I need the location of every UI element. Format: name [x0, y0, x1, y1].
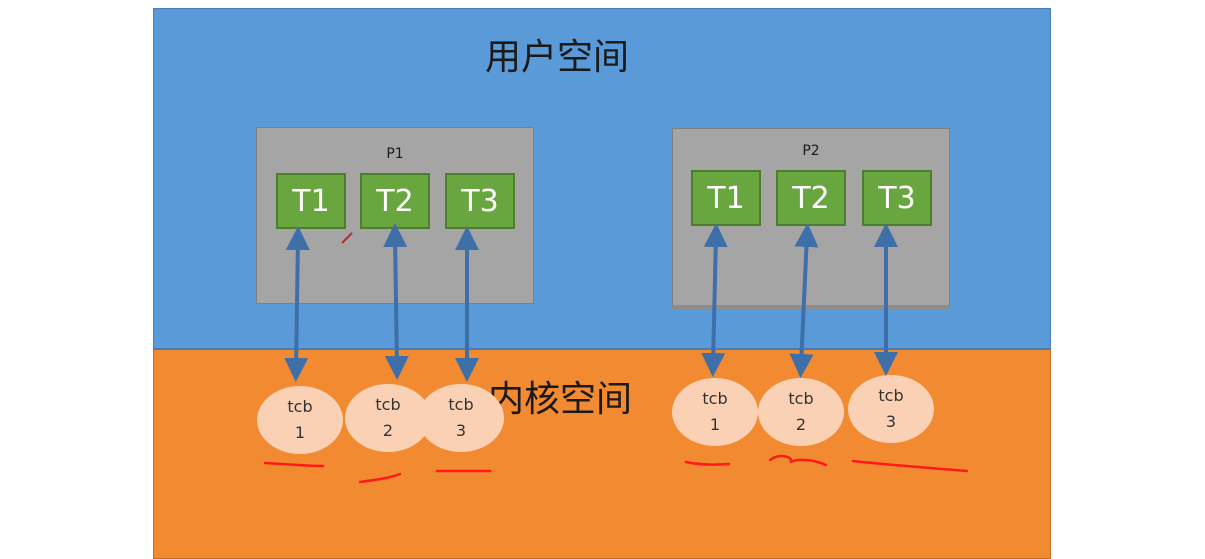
- red-underline-mark: [768, 454, 828, 467]
- p1-t2-tcb2-arrow: [383, 223, 409, 380]
- diagram: 用户空间 P1 T1 T2 T3 P2 T1 T2 T3 内核空间 tcb 1 …: [0, 0, 1205, 559]
- red-underline-mark: [684, 460, 731, 466]
- p2-t2-tcb2-arrow: [789, 223, 819, 378]
- connector-layer: [263, 223, 969, 484]
- red-underline-mark: [358, 472, 402, 484]
- cursor-pointer-icon: [341, 232, 353, 244]
- p1-t1-tcb1-arrow: [284, 226, 310, 382]
- p2-t1-tcb1-arrow: [701, 223, 728, 377]
- red-underline-mark: [263, 461, 325, 468]
- red-underline-mark: [851, 459, 969, 473]
